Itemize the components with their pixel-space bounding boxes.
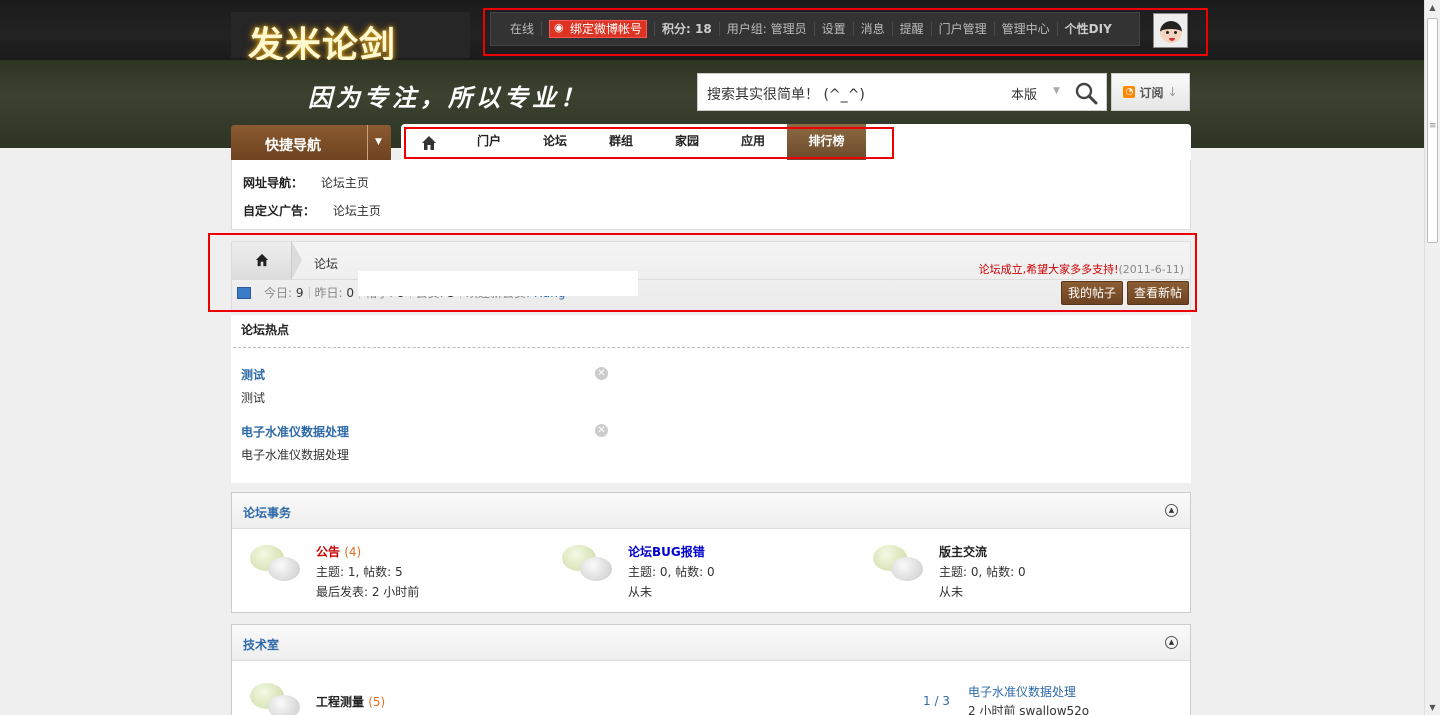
scroll-up-icon[interactable]: ▲	[1427, 2, 1438, 13]
rss-icon: ◔	[1123, 86, 1136, 98]
url-nav-link[interactable]: 论坛主页	[321, 176, 369, 190]
settings-link[interactable]: 设置	[815, 22, 854, 36]
last-post-meta: 2 小时前 swallow52o	[968, 704, 1090, 715]
forum-last-post: 从未	[628, 585, 653, 599]
rss-subscribe-button[interactable]: ◔ 订阅 ↓	[1111, 73, 1190, 111]
category-title[interactable]: 技术室	[243, 636, 279, 653]
search-input[interactable]: 搜索其实很简单！ (^_^)	[707, 84, 865, 104]
hot-item-desc: 测试	[241, 391, 266, 405]
reminders-link[interactable]: 提醒	[893, 22, 932, 36]
breadcrumb-home[interactable]	[232, 242, 292, 279]
site-logo[interactable]: 发米论剑	[231, 12, 470, 66]
sub-nav: 网址导航： 论坛主页 自定义广告： 论坛主页	[231, 160, 1191, 230]
forum-name-link[interactable]: 公告 (4)	[316, 543, 361, 560]
diy-link[interactable]: 个性DIY	[1058, 22, 1119, 36]
portal-admin-link[interactable]: 门户管理	[932, 22, 995, 36]
messages-link[interactable]: 消息	[854, 22, 893, 36]
collapse-icon[interactable]: ▲	[1165, 504, 1178, 517]
close-icon[interactable]: ✕	[595, 424, 608, 437]
user-nav: 在线 绑定微博帐号 积分: 18 用户组: 管理员 设置 消息 提醒 门户管理 …	[490, 12, 1140, 46]
forum-name-link[interactable]: 论坛BUG报错	[628, 543, 705, 560]
announcement-date: (2011-6-11)	[1118, 263, 1184, 276]
vertical-scrollbar[interactable]: ▲ ▼	[1424, 0, 1440, 715]
chevron-down-icon[interactable]: ▼	[375, 137, 382, 147]
arrow-down-icon: ↓	[1167, 85, 1178, 99]
search-scope-select[interactable]: 本版	[1011, 84, 1037, 103]
admin-center-link[interactable]: 管理中心	[995, 22, 1058, 36]
nav-portal[interactable]: 门户	[477, 132, 501, 149]
hot-item-desc: 电子水准仪数据处理	[241, 448, 350, 462]
forum-name-link[interactable]: 工程测量 (5)	[316, 693, 385, 710]
home-icon	[255, 253, 269, 267]
nav-forum[interactable]: 论坛	[543, 132, 567, 149]
avatar[interactable]	[1153, 13, 1188, 48]
nav-home[interactable]: 家园	[675, 132, 699, 149]
forum-bubble-icon	[250, 681, 302, 715]
main-nav: 门户 论坛 群组 家园 应用 排行榜	[401, 124, 1191, 161]
weibo-bind-button[interactable]: 绑定微博帐号	[549, 20, 648, 38]
section-title: 论坛热点	[241, 323, 290, 337]
nav-ranking[interactable]: 排行榜	[787, 124, 866, 161]
scroll-thumb[interactable]	[1427, 18, 1438, 243]
close-icon[interactable]: ✕	[595, 367, 608, 380]
quick-nav-button[interactable]: 快捷导航 ▼	[231, 125, 391, 162]
hot-item-title[interactable]: 电子水准仪数据处理	[241, 423, 349, 440]
forum-stats-text: 主题: 1, 帖数: 5	[316, 565, 403, 579]
forum-last-post: 从未	[939, 585, 964, 599]
slogan: 因为专注，所以专业！	[308, 83, 588, 112]
forum-bubble-icon	[873, 543, 925, 587]
usergroup-link[interactable]: 用户组: 管理员	[720, 22, 815, 36]
forum-stats-text: 主题: 0, 帖数: 0	[628, 565, 715, 579]
points[interactable]: 积分: 18	[655, 22, 720, 36]
stat-today: 9	[295, 286, 304, 300]
category-title[interactable]: 论坛事务	[243, 504, 291, 521]
stat-yesterday: 0	[346, 286, 354, 300]
chevron-down-icon[interactable]: ▼	[1053, 86, 1060, 96]
forum-name-link[interactable]: 版主交流	[939, 543, 987, 560]
announcement[interactable]: 论坛成立,希望大家多多支持!(2011-6-11)	[979, 261, 1184, 277]
forum-last-post: 最后发表: 2 小时前	[316, 585, 420, 599]
breadcrumb-current[interactable]: 论坛	[314, 255, 338, 272]
forum-category-tech: 技术室 ▲ 工程测量 (5) 1 / 3 电子水准仪数据处理 2 小时前 swa…	[231, 624, 1191, 715]
custom-ad-label: 自定义广告：	[243, 204, 316, 218]
forum-hot-section: 论坛热点 测试 ✕ 测试 电子水准仪数据处理 ✕ 电子水准仪数据处理	[231, 315, 1191, 483]
url-nav-label: 网址导航：	[243, 176, 304, 190]
my-posts-button[interactable]: 我的帖子	[1061, 281, 1124, 305]
forum-ratio: 1 / 3	[923, 694, 950, 708]
forum-stats-text: 主题: 0, 帖数: 0	[939, 565, 1026, 579]
view-new-posts-button[interactable]: 查看新帖	[1127, 281, 1190, 305]
home-icon[interactable]	[421, 135, 437, 151]
hot-item-title[interactable]: 测试	[241, 366, 265, 383]
stats-chart-icon[interactable]	[237, 287, 251, 299]
forum-bubble-icon	[562, 543, 614, 587]
forum-bubble-icon	[250, 543, 302, 587]
custom-ad-link[interactable]: 论坛主页	[333, 204, 381, 218]
collapse-icon[interactable]: ▲	[1165, 636, 1178, 649]
nav-apps[interactable]: 应用	[741, 132, 765, 149]
online-status[interactable]: 在线	[503, 22, 543, 36]
search-icon[interactable]	[1074, 81, 1098, 105]
search-box[interactable]: 搜索其实很简单！ (^_^) 本版 ▼	[697, 73, 1107, 111]
forum-category-affairs: 论坛事务 ▲ 公告 (4) 主题: 1, 帖数: 5 最后发表: 2 小时前 论…	[231, 492, 1191, 613]
last-post-title-link[interactable]: 电子水准仪数据处理	[968, 683, 1076, 700]
points-value: 18	[695, 22, 712, 36]
masked-area	[358, 271, 638, 296]
nav-groups[interactable]: 群组	[609, 132, 633, 149]
scroll-down-icon[interactable]: ▼	[1427, 702, 1438, 713]
